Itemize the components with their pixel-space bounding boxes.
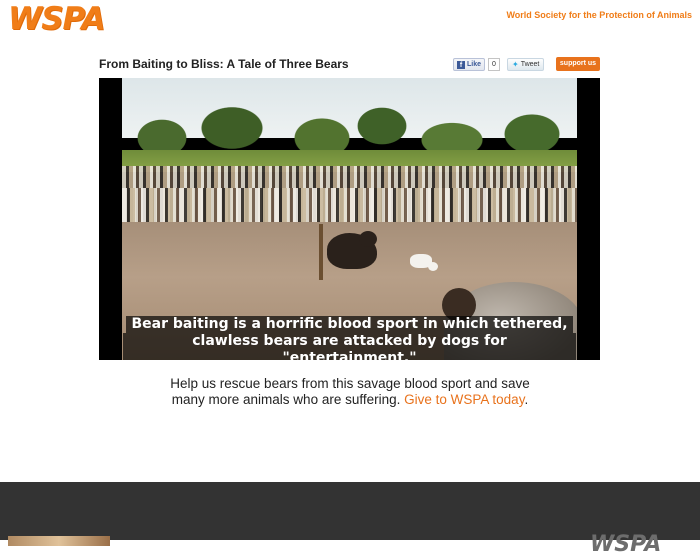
- footer-logo[interactable]: WSPA: [590, 532, 661, 557]
- tweet-label: Tweet: [520, 61, 540, 68]
- page-title: From Baiting to Bliss: A Tale of Three B…: [99, 57, 349, 71]
- give-to-wspa-link[interactable]: Give to WSPA today: [404, 392, 524, 407]
- message-link-suffix: .: [524, 392, 529, 407]
- facebook-icon: f: [457, 60, 465, 69]
- caption-line-1: Bear baiting is a horrific blood sport i…: [126, 316, 573, 333]
- tweet-button[interactable]: ✦ Tweet: [507, 58, 545, 71]
- message-line-2: many more animals who are suffering.: [171, 392, 401, 407]
- like-label: Like: [467, 61, 482, 68]
- footer: WSPA: [0, 482, 700, 557]
- org-name: World Society for the Protection of Anim…: [506, 10, 692, 20]
- donation-message: Help us rescue bears from this savage bl…: [140, 376, 560, 408]
- footer-image: [8, 536, 110, 546]
- like-count: 0: [488, 58, 500, 71]
- wspa-logo[interactable]: WSPA: [8, 2, 105, 36]
- facebook-like-widget: f Like 0: [453, 58, 500, 71]
- caption-line-2: clawless bears are attacked by dogs for …: [123, 333, 576, 360]
- message-line-1: Help us rescue bears from this savage bl…: [170, 376, 530, 391]
- tweet-widget: ✦ Tweet: [507, 58, 545, 71]
- video-caption: Bear baiting is a horrific blood sport i…: [123, 316, 576, 360]
- facebook-like-button[interactable]: f Like: [453, 58, 486, 71]
- twitter-bird-icon: ✦: [512, 60, 519, 69]
- video-player[interactable]: Bear baiting is a horrific blood sport i…: [99, 78, 600, 360]
- tether-stake: [319, 224, 323, 280]
- support-us-button[interactable]: support us: [556, 57, 600, 71]
